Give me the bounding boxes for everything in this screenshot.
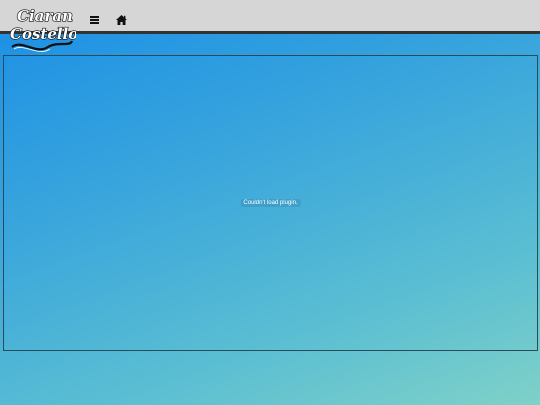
top-bar bbox=[0, 0, 540, 34]
plugin-embed-area[interactable]: Couldn't load plugin. bbox=[3, 55, 538, 351]
home-button[interactable] bbox=[114, 13, 128, 27]
svg-text:Ciaran: Ciaran bbox=[17, 7, 73, 25]
menu-button[interactable] bbox=[87, 13, 101, 27]
home-icon bbox=[115, 15, 127, 25]
svg-text:Costello: Costello bbox=[10, 25, 76, 43]
plugin-error-message: Couldn't load plugin. bbox=[240, 199, 301, 207]
site-logo[interactable]: Ciaran Costello bbox=[8, 3, 79, 53]
menu-icon bbox=[89, 16, 99, 24]
